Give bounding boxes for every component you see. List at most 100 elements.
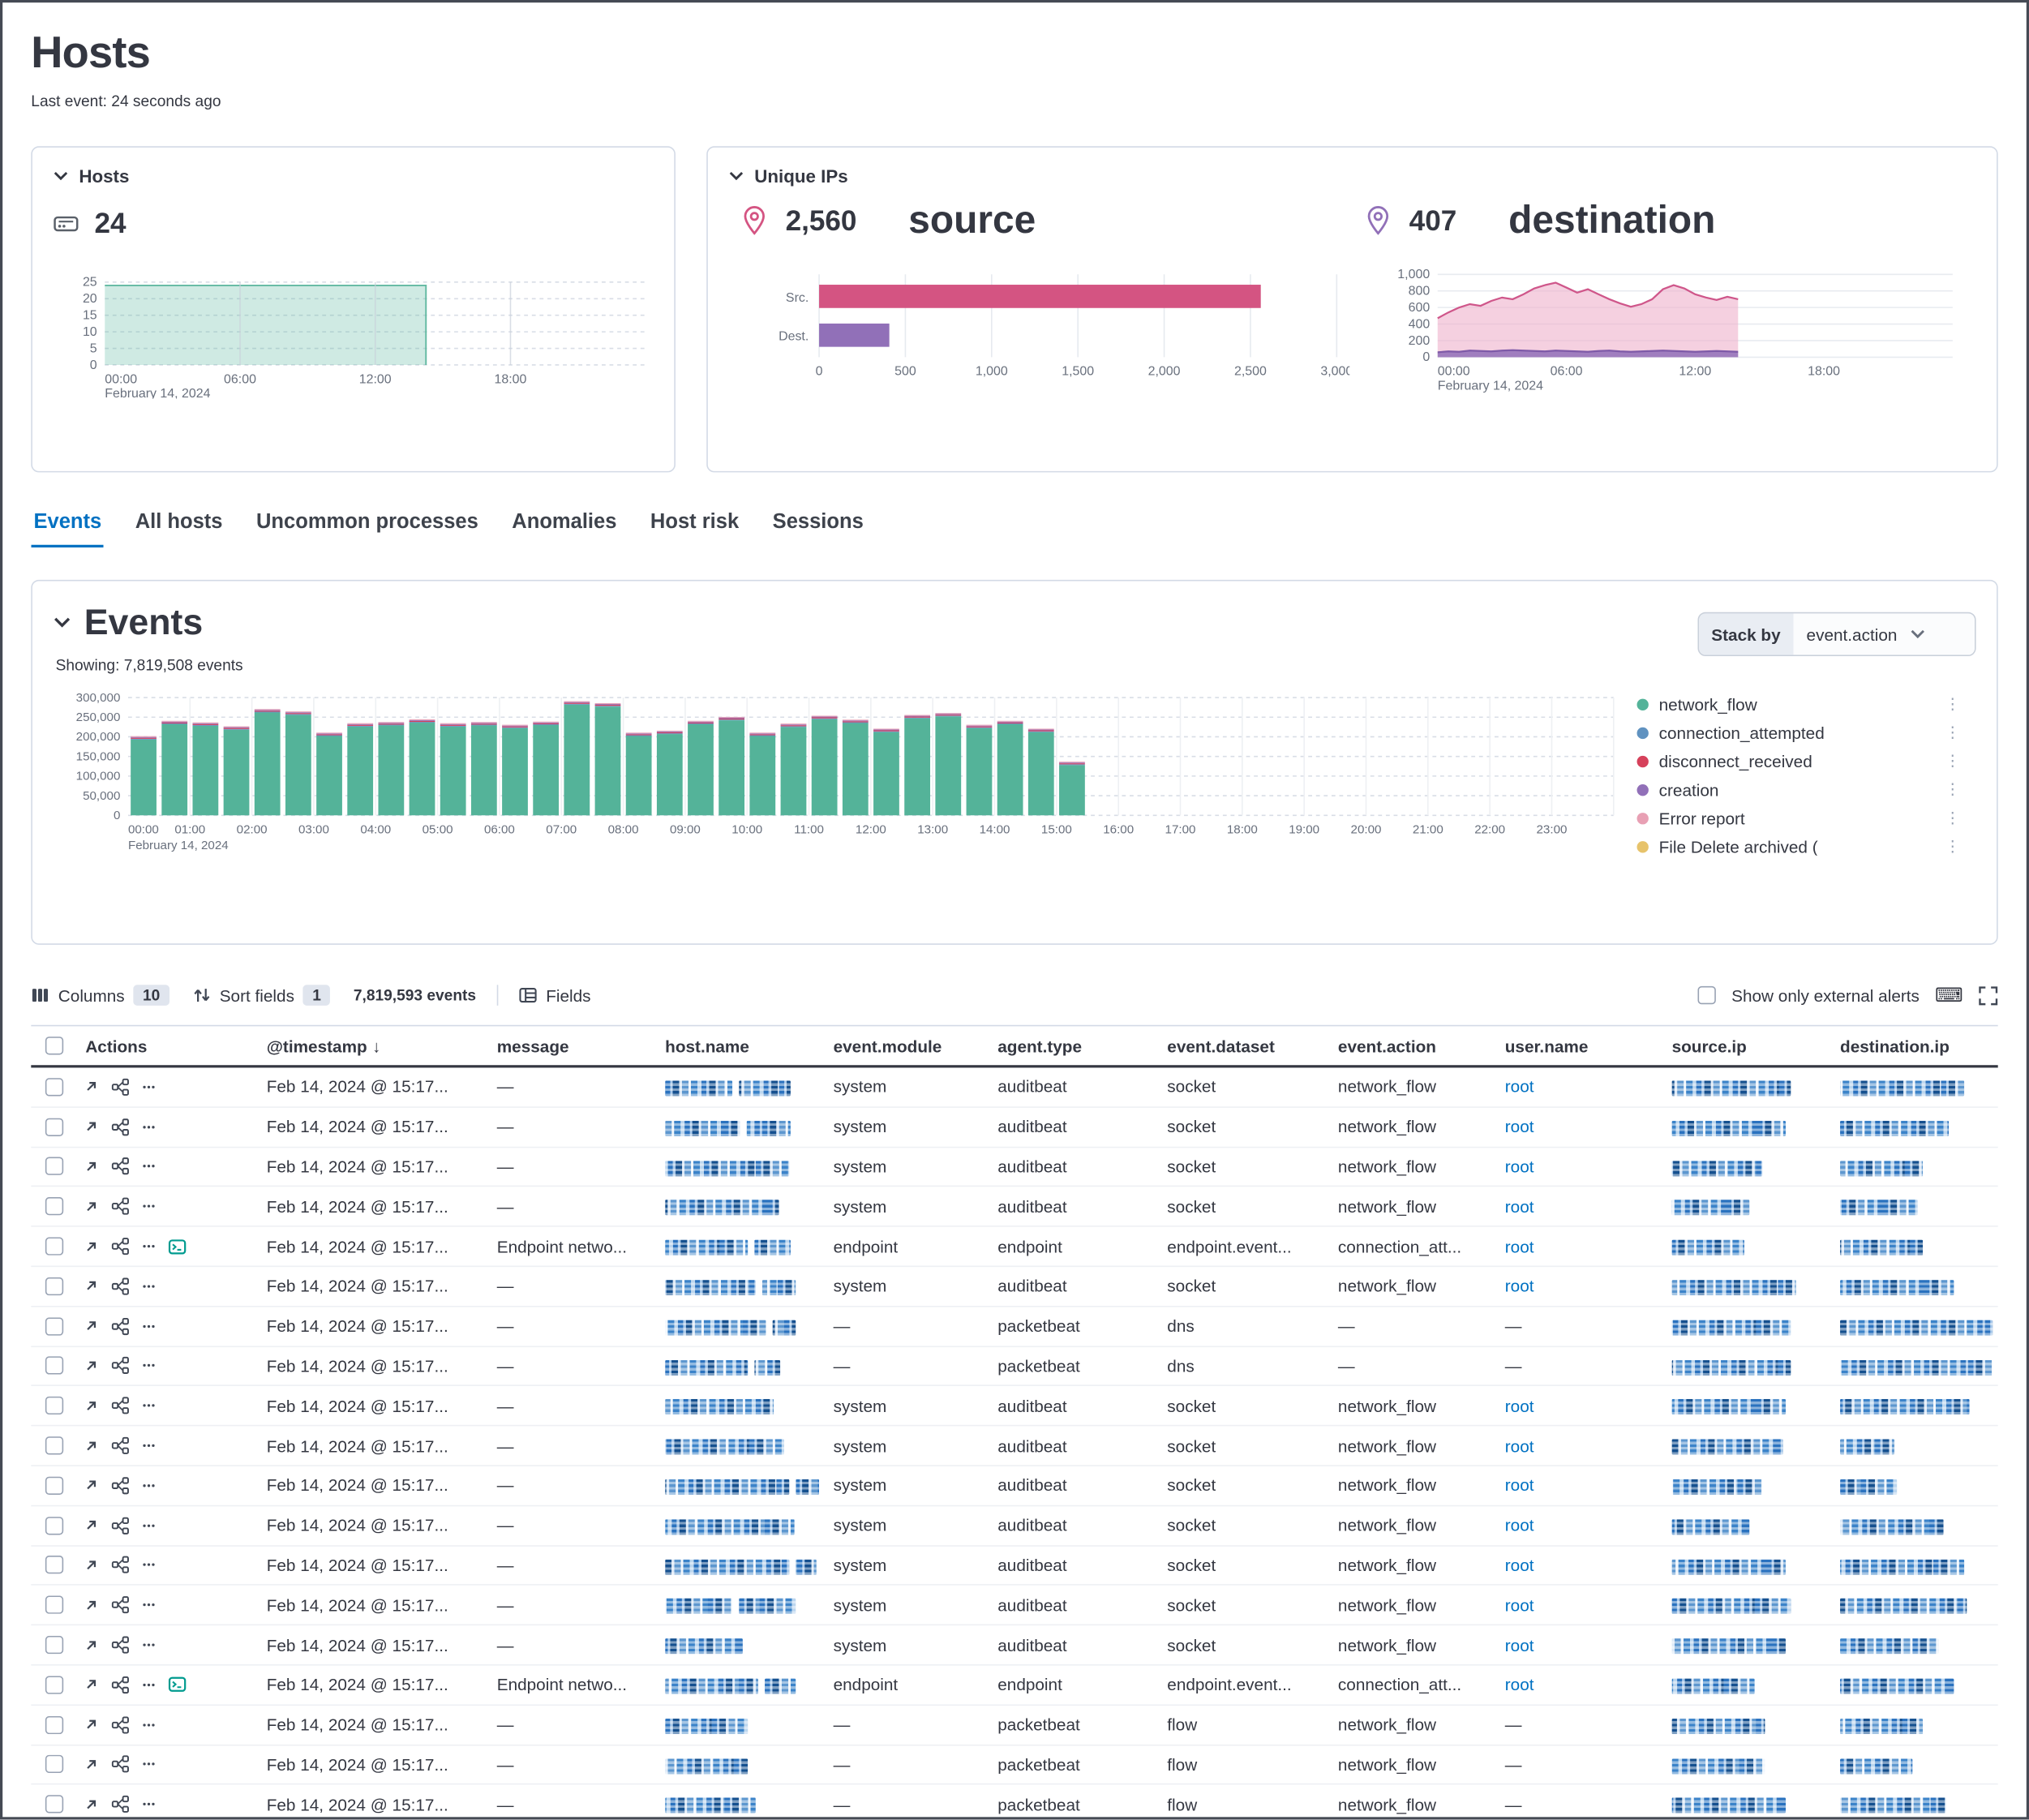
column-header-agenttype[interactable]: agent.type — [990, 1036, 1160, 1055]
expand-event-icon[interactable] — [83, 1198, 100, 1215]
tab-sessions[interactable]: Sessions — [770, 506, 866, 547]
expand-event-icon[interactable] — [83, 1358, 100, 1375]
unique-ips-bar-chart[interactable]: 05001,0001,5002,0002,5003,000Src.Dest. — [728, 264, 1349, 394]
more-actions-icon[interactable] — [141, 1398, 157, 1414]
legend-item[interactable]: creation⋮ — [1637, 775, 1968, 804]
expand-event-icon[interactable] — [83, 1318, 100, 1335]
tab-uncommon-processes[interactable]: Uncommon processes — [254, 506, 481, 547]
row-checkbox[interactable] — [45, 1476, 63, 1494]
legend-label[interactable]: File Delete archived ( — [1659, 837, 1935, 856]
row-checkbox[interactable] — [45, 1715, 63, 1733]
column-header-timestamp[interactable]: @timestamp↓ — [259, 1036, 489, 1055]
expand-event-icon[interactable] — [83, 1756, 100, 1773]
fullscreen-icon[interactable] — [1979, 985, 1998, 1005]
expand-event-icon[interactable] — [83, 1158, 100, 1175]
more-actions-icon[interactable] — [141, 1757, 157, 1772]
analyze-event-icon[interactable] — [111, 1078, 129, 1096]
analyze-event-icon[interactable] — [111, 1357, 129, 1375]
open-session-view-icon[interactable] — [168, 1238, 186, 1255]
column-header-hostname[interactable]: host.name — [658, 1036, 826, 1055]
analyze-event-icon[interactable] — [111, 1676, 129, 1693]
legend-options-icon[interactable]: ⋮ — [1945, 695, 1968, 713]
analyze-event-icon[interactable] — [111, 1397, 129, 1414]
chevron-down-icon[interactable] — [53, 616, 71, 629]
more-actions-icon[interactable] — [141, 1517, 157, 1533]
legend-item[interactable]: File Delete archived ( ⋮ — [1637, 832, 1968, 856]
expand-event-icon[interactable] — [83, 1437, 100, 1454]
legend-item[interactable]: disconnect_received⋮ — [1637, 747, 1968, 775]
unique-ips-panel-header[interactable]: Unique IPs — [728, 165, 1975, 187]
more-actions-icon[interactable] — [141, 1557, 157, 1573]
user-name-link[interactable]: root — [1505, 1396, 1534, 1415]
more-actions-icon[interactable] — [141, 1638, 157, 1653]
legend-options-icon[interactable]: ⋮ — [1945, 752, 1968, 770]
events-histogram-chart[interactable]: 050,000100,000150,000200,000250,000300,0… — [53, 689, 1619, 855]
tab-all-hosts[interactable]: All hosts — [133, 506, 225, 547]
expand-event-icon[interactable] — [83, 1637, 100, 1654]
expand-event-icon[interactable] — [83, 1079, 100, 1096]
more-actions-icon[interactable] — [141, 1238, 157, 1254]
tab-host-risk[interactable]: Host risk — [648, 506, 742, 547]
column-header-Actions[interactable]: Actions — [78, 1036, 259, 1055]
analyze-event-icon[interactable] — [111, 1317, 129, 1335]
more-actions-icon[interactable] — [141, 1438, 157, 1453]
analyze-event-icon[interactable] — [111, 1157, 129, 1175]
analyze-event-icon[interactable] — [111, 1755, 129, 1773]
analyze-event-icon[interactable] — [111, 1476, 129, 1494]
user-name-link[interactable]: root — [1505, 1476, 1534, 1496]
user-name-link[interactable]: root — [1505, 1635, 1534, 1655]
legend-item[interactable]: Error report ⋮ — [1637, 804, 1968, 832]
expand-event-icon[interactable] — [83, 1118, 100, 1135]
user-name-link[interactable]: root — [1505, 1516, 1534, 1535]
expand-event-icon[interactable] — [83, 1557, 100, 1574]
more-actions-icon[interactable] — [141, 1359, 157, 1374]
tab-events[interactable]: Events — [31, 506, 104, 547]
user-name-link[interactable]: root — [1505, 1237, 1534, 1256]
expand-event-icon[interactable] — [83, 1397, 100, 1414]
legend-label[interactable]: network_flow — [1659, 694, 1935, 714]
more-actions-icon[interactable] — [141, 1478, 157, 1493]
legend-label[interactable]: Error report — [1659, 808, 1935, 827]
user-name-link[interactable]: root — [1505, 1675, 1534, 1694]
tab-anomalies[interactable]: Anomalies — [509, 506, 620, 547]
fields-button[interactable]: Fields — [519, 985, 591, 1005]
columns-button[interactable]: Columns 10 — [31, 985, 169, 1006]
legend-item[interactable]: network_flow ⋮ — [1637, 689, 1968, 718]
analyze-event-icon[interactable] — [111, 1118, 129, 1135]
analyze-event-icon[interactable] — [111, 1277, 129, 1295]
open-session-view-icon[interactable] — [168, 1676, 186, 1693]
analyze-event-icon[interactable] — [111, 1596, 129, 1614]
select-all-checkbox[interactable] — [45, 1037, 63, 1054]
analyze-event-icon[interactable] — [111, 1556, 129, 1574]
more-actions-icon[interactable] — [141, 1318, 157, 1333]
user-name-link[interactable]: root — [1505, 1436, 1534, 1455]
sort-fields-button[interactable]: Sort fields 1 — [192, 985, 330, 1006]
more-actions-icon[interactable] — [141, 1159, 157, 1174]
row-checkbox[interactable] — [45, 1357, 63, 1375]
expand-event-icon[interactable] — [83, 1517, 100, 1534]
unique-ips-area-chart[interactable]: 02004006008001,00000:0006:0012:0018:00Fe… — [1375, 264, 1971, 394]
user-name-link[interactable]: root — [1505, 1117, 1534, 1136]
keyboard-shortcuts-icon[interactable]: ⌨ — [1935, 985, 1963, 1005]
more-actions-icon[interactable] — [141, 1796, 157, 1812]
column-header-destinationip[interactable]: destination.ip — [1832, 1036, 1997, 1055]
row-checkbox[interactable] — [45, 1517, 63, 1535]
legend-options-icon[interactable]: ⋮ — [1945, 780, 1968, 798]
analyze-event-icon[interactable] — [111, 1715, 129, 1733]
analyze-event-icon[interactable] — [111, 1796, 129, 1814]
legend-options-icon[interactable]: ⋮ — [1945, 809, 1968, 826]
expand-event-icon[interactable] — [83, 1676, 100, 1693]
row-checkbox[interactable] — [45, 1118, 63, 1135]
more-actions-icon[interactable] — [141, 1717, 157, 1732]
external-alerts-checkbox[interactable] — [1698, 986, 1716, 1004]
row-checkbox[interactable] — [45, 1157, 63, 1175]
user-name-link[interactable]: root — [1505, 1556, 1534, 1575]
expand-event-icon[interactable] — [83, 1716, 100, 1733]
row-checkbox[interactable] — [45, 1596, 63, 1614]
legend-options-icon[interactable]: ⋮ — [1945, 837, 1968, 855]
row-checkbox[interactable] — [45, 1238, 63, 1256]
analyze-event-icon[interactable] — [111, 1636, 129, 1654]
row-checkbox[interactable] — [45, 1317, 63, 1335]
analyze-event-icon[interactable] — [111, 1436, 129, 1454]
user-name-link[interactable]: root — [1505, 1077, 1534, 1097]
